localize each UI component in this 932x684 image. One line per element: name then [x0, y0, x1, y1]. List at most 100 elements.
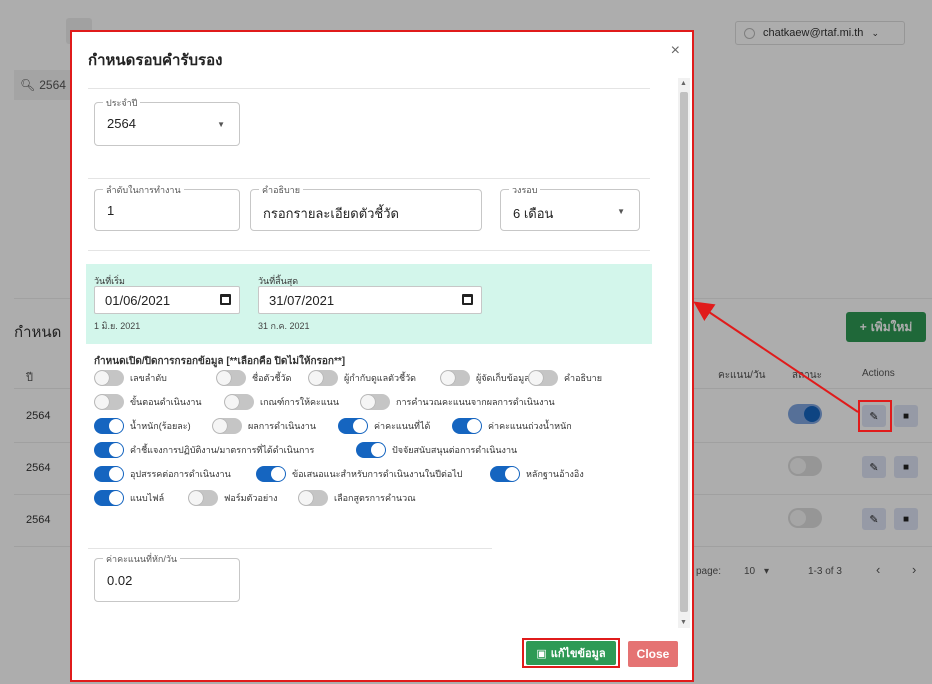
switch-6[interactable] [224, 394, 254, 410]
divider [88, 250, 650, 251]
toggle-label: น้ำหนัก(ร้อยละ) [130, 421, 191, 431]
year-value: 2564 [107, 116, 136, 131]
toggle-row-item[interactable]: อุปสรรคต่อการดำเนินงาน [94, 466, 231, 482]
save-button[interactable]: ▣ แก้ไขข้อมูล [526, 641, 616, 665]
switch-17[interactable] [94, 490, 124, 506]
toggle-row-item[interactable]: ปัจจัยสนับสนุนต่อการดำเนินงาน [356, 442, 517, 458]
start-date-input[interactable]: 01/06/2021 [94, 286, 240, 314]
switch-10[interactable] [338, 418, 368, 434]
calendar-icon[interactable] [462, 294, 473, 305]
toggle-label: ค่าคะแนนที่ได้ [374, 421, 431, 431]
divider [88, 88, 650, 89]
toggle-label: ผลการดำเนินงาน [248, 421, 317, 431]
switch-13[interactable] [356, 442, 386, 458]
scroll-down-icon[interactable]: ▼ [680, 619, 687, 626]
end-date-value: 31/07/2021 [269, 292, 335, 308]
toggle-label: แนบไฟล์ [130, 493, 165, 503]
toggle-label: การคำนวณคะแนนจากผลการดำเนินงาน [396, 397, 555, 407]
divider [88, 178, 650, 179]
scroll-up-icon[interactable]: ▲ [680, 80, 687, 87]
period-dialog: กำหนดรอบคำรับรอง × ประจำปี 2564 ▼ ลำดับใ… [70, 30, 694, 682]
cycle-select[interactable]: วงรอบ 6 เดือน ▼ [500, 183, 640, 231]
toggle-label: ค่าคะแนนถ่วงน้ำหนัก [488, 421, 572, 431]
toggle-row-item[interactable]: ผู้จัดเก็บข้อมูล [440, 370, 530, 386]
switch-0[interactable] [94, 370, 124, 386]
toggle-label: ฟอร์มตัวอย่าง [224, 493, 278, 503]
switch-3[interactable] [440, 370, 470, 386]
toggle-label: ผู้จัดเก็บข้อมูล [476, 373, 530, 383]
score-per-day-label: ค่าคะแนนที่หัก/วัน [103, 552, 181, 566]
toggle-row-item[interactable]: แนบไฟล์ [94, 490, 164, 506]
switch-15[interactable] [256, 466, 286, 482]
toggle-row-item[interactable]: เลขลำดับ [94, 370, 167, 386]
switch-1[interactable] [216, 370, 246, 386]
description-label: คำอธิบาย [259, 183, 304, 197]
toggle-label: เลือกสูตรการคำนวณ [334, 493, 416, 503]
toggle-label: คำชี้แจงการปฏิบัติงาน/มาตรการที่ได้ดำเนิ… [130, 445, 315, 455]
toggles-title: กำหนดเปิด/ปิดการกรอกข้อมูล [**เลือกคือ ป… [94, 356, 346, 367]
toggle-row-item[interactable]: ผลการดำเนินงาน [212, 418, 316, 434]
score-per-day-value: 0.02 [107, 573, 133, 588]
switch-12[interactable] [94, 442, 124, 458]
start-date-value: 01/06/2021 [105, 292, 171, 308]
toggle-label: อุปสรรคต่อการดำเนินงาน [130, 469, 231, 479]
toggle-row-item[interactable]: ชื่อตัวชี้วัด [216, 370, 291, 386]
switch-14[interactable] [94, 466, 124, 482]
toggle-row-item[interactable]: ข้อเสนอแนะสำหรับการดำเนินงานในปีต่อไป [256, 466, 462, 482]
toggle-row-item[interactable]: ค่าคะแนนถ่วงน้ำหนัก [452, 418, 572, 434]
order-field[interactable]: ลำดับในการทำงาน 1 [94, 183, 240, 231]
toggle-label: ข้อเสนอแนะสำหรับการดำเนินงานในปีต่อไป [292, 469, 463, 479]
toggle-row-item[interactable]: หลักฐานอ้างอิง [490, 466, 584, 482]
switch-11[interactable] [452, 418, 482, 434]
year-select[interactable]: ประจำปี 2564 ▼ [94, 96, 240, 146]
floppy-disk-icon: ▣ [536, 647, 547, 660]
scroll-thumb[interactable] [680, 92, 688, 612]
description-field[interactable]: คำอธิบาย กรอกรายละเอียดตัวชี้วัด [250, 183, 482, 231]
switch-18[interactable] [188, 490, 218, 506]
toggle-label: คำอธิบาย [564, 373, 603, 383]
dialog-scrollbar[interactable]: ▲ ▼ [678, 78, 690, 628]
toggle-row-item[interactable]: คำชี้แจงการปฏิบัติงาน/มาตรการที่ได้ดำเนิ… [94, 442, 314, 458]
switch-9[interactable] [212, 418, 242, 434]
toggle-label: ปัจจัยสนับสนุนต่อการดำเนินงาน [392, 445, 518, 455]
toggle-row-item[interactable]: ขั้นตอนดำเนินงาน [94, 394, 202, 410]
end-date-display: 31 ก.ค. 2021 [258, 321, 310, 331]
toggle-label: หลักฐานอ้างอิง [526, 469, 584, 479]
year-label: ประจำปี [103, 96, 141, 110]
toggle-row-item[interactable]: เลือกสูตรการคำนวณ [298, 490, 416, 506]
toggle-row-item[interactable]: คำอธิบาย [528, 370, 602, 386]
close-icon[interactable]: × [671, 42, 680, 60]
edit-highlight-box [858, 400, 892, 432]
cycle-label: วงรอบ [509, 183, 541, 197]
toggle-row-item[interactable]: ฟอร์มตัวอย่าง [188, 490, 278, 506]
toggle-label: เลขลำดับ [130, 373, 167, 383]
dialog-title: กำหนดรอบคำรับรอง [88, 52, 223, 69]
close-button[interactable]: Close [628, 641, 678, 667]
save-button-label: แก้ไขข้อมูล [550, 648, 606, 660]
end-date-input[interactable]: 31/07/2021 [258, 286, 482, 314]
toggle-row-item[interactable]: ค่าคะแนนที่ได้ [338, 418, 430, 434]
switch-19[interactable] [298, 490, 328, 506]
caret-down-icon: ▼ [617, 207, 625, 216]
toggle-row-item[interactable]: ผู้กำกับดูแลตัวชี้วัด [308, 370, 416, 386]
switch-8[interactable] [94, 418, 124, 434]
dialog-body: ประจำปี 2564 ▼ ลำดับในการทำงาน 1 คำอธิบา… [72, 78, 694, 632]
switch-4[interactable] [528, 370, 558, 386]
switch-2[interactable] [308, 370, 338, 386]
calendar-icon[interactable] [220, 294, 231, 305]
switch-16[interactable] [490, 466, 520, 482]
start-date-display: 1 มิ.ย. 2021 [94, 321, 141, 331]
switch-5[interactable] [94, 394, 124, 410]
toggle-row-item[interactable]: การคำนวณคะแนนจากผลการดำเนินงาน [360, 394, 555, 410]
toggle-row-item[interactable]: น้ำหนัก(ร้อยละ) [94, 418, 191, 434]
order-value: 1 [107, 203, 115, 218]
divider [88, 548, 492, 549]
caret-down-icon: ▼ [217, 120, 225, 129]
toggle-row-item[interactable]: เกณฑ์การให้คะแนน [224, 394, 339, 410]
switch-7[interactable] [360, 394, 390, 410]
toggle-label: ขั้นตอนดำเนินงาน [130, 397, 202, 407]
toggle-label: ผู้กำกับดูแลตัวชี้วัด [344, 373, 417, 383]
cycle-value: 6 เดือน [513, 206, 554, 221]
score-per-day-field[interactable]: ค่าคะแนนที่หัก/วัน 0.02 [94, 552, 240, 602]
toggle-label: ชื่อตัวชี้วัด [252, 373, 292, 383]
